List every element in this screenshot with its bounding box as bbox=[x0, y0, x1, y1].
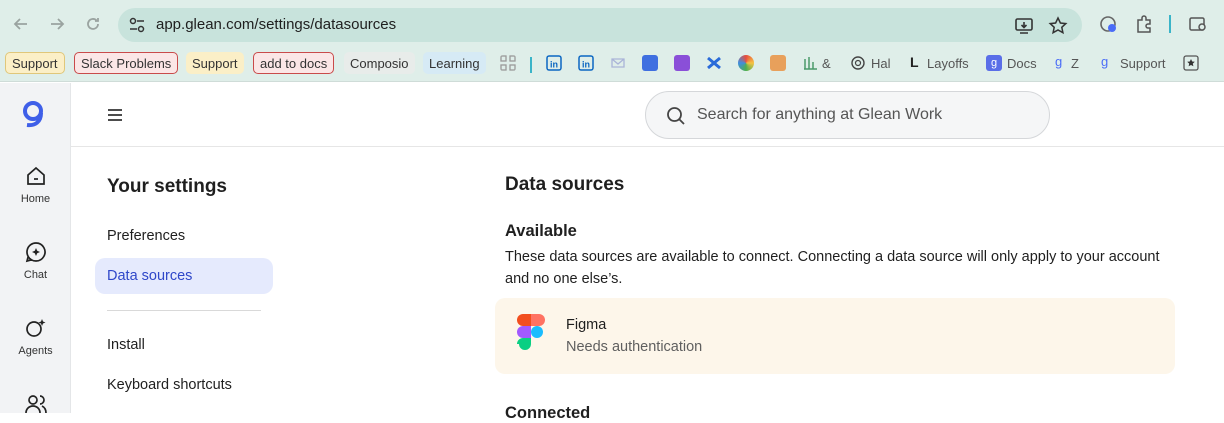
l-logo-icon[interactable]: L bbox=[910, 54, 919, 70]
page-title: Data sources bbox=[505, 174, 625, 195]
linkedin-icon[interactable]: in bbox=[546, 55, 562, 71]
figma-icon bbox=[517, 314, 545, 350]
menu-icon[interactable] bbox=[107, 109, 123, 121]
datasource-status: Needs authentication bbox=[566, 339, 703, 355]
chat-icon bbox=[25, 242, 46, 263]
dev-tool-icon[interactable] bbox=[642, 55, 658, 71]
toolbar-divider bbox=[1169, 15, 1171, 33]
openai-icon[interactable] bbox=[850, 55, 866, 71]
settings-nav-data-sources[interactable]: Data sources bbox=[95, 258, 273, 294]
search-icon bbox=[667, 107, 685, 125]
rainbow-app-icon[interactable] bbox=[738, 55, 754, 71]
confluence-icon[interactable] bbox=[706, 55, 722, 71]
bookmark-ampersand[interactable]: & bbox=[816, 52, 837, 74]
notes-app-icon[interactable] bbox=[770, 55, 786, 71]
install-app-icon[interactable] bbox=[1014, 16, 1034, 36]
rail-people[interactable] bbox=[0, 393, 71, 415]
connected-section-title: Connected bbox=[505, 404, 591, 422]
reload-icon[interactable] bbox=[82, 13, 104, 35]
search-placeholder: Search for anything at Glean Work bbox=[697, 106, 943, 123]
bookmark-star-icon[interactable] bbox=[1048, 16, 1068, 36]
apps-grid-icon[interactable] bbox=[500, 55, 516, 71]
mail-icon[interactable] bbox=[610, 55, 626, 71]
datasource-name: Figma bbox=[566, 317, 607, 333]
rail-home-label: Home bbox=[20, 193, 51, 205]
url-text[interactable]: app.glean.com/settings/datasources bbox=[156, 16, 396, 33]
bookmark-add-to-docs[interactable]: add to docs bbox=[253, 52, 335, 74]
tab-search-icon[interactable] bbox=[1188, 14, 1208, 34]
svg-text:in: in bbox=[582, 60, 590, 70]
bookmark-docs[interactable]: Docs bbox=[1001, 52, 1043, 74]
settings-title: Your settings bbox=[107, 176, 227, 197]
bookmarks-bar: Support Slack Problems Support add to do… bbox=[0, 48, 1224, 82]
bookmark-z[interactable]: Z bbox=[1065, 52, 1085, 74]
app-header: Search for anything at Glean Work bbox=[71, 83, 1224, 147]
bookmark-learning[interactable]: Learning bbox=[423, 52, 486, 74]
rail-home[interactable]: Home bbox=[0, 165, 71, 205]
glean-logo-icon[interactable] bbox=[20, 99, 48, 129]
glean-small-icon[interactable]: g bbox=[1055, 54, 1062, 69]
extension-glean-icon[interactable] bbox=[1098, 14, 1118, 34]
people-icon bbox=[24, 395, 47, 414]
bookmark-hal[interactable]: Hal bbox=[865, 52, 897, 74]
bookmark-support-2[interactable]: Support bbox=[186, 52, 244, 74]
bookmarks-folder-icon[interactable] bbox=[1183, 55, 1199, 71]
bookmark-divider bbox=[530, 57, 532, 73]
rail-chat[interactable]: Chat bbox=[0, 241, 71, 281]
agents-icon bbox=[25, 319, 45, 337]
glean-bookmark-icon[interactable]: g bbox=[986, 55, 1002, 71]
datasource-card-figma[interactable]: Figma Needs authentication bbox=[495, 298, 1175, 374]
glean-small-icon-2[interactable]: g bbox=[1101, 54, 1108, 69]
chat-app-icon[interactable] bbox=[674, 55, 690, 71]
settings-nav-install[interactable]: Install bbox=[107, 337, 145, 353]
site-settings-icon[interactable] bbox=[128, 16, 146, 34]
settings-nav-preferences[interactable]: Preferences bbox=[107, 228, 185, 244]
settings-nav-divider bbox=[107, 310, 261, 311]
search-input[interactable]: Search for anything at Glean Work bbox=[645, 91, 1050, 139]
bookmark-slack-problems[interactable]: Slack Problems bbox=[74, 52, 179, 74]
extensions-icon[interactable] bbox=[1134, 14, 1154, 34]
rail-chat-label: Chat bbox=[23, 269, 48, 281]
browser-toolbar: app.glean.com/settings/datasources bbox=[0, 0, 1224, 48]
linkedin-icon-2[interactable]: in bbox=[578, 55, 594, 71]
app-rail: Home Chat Agents bbox=[0, 83, 71, 415]
back-icon[interactable] bbox=[10, 13, 32, 35]
settings-nav-data-sources-label: Data sources bbox=[107, 268, 193, 284]
rail-agents-label: Agents bbox=[18, 345, 53, 357]
bookmark-composio[interactable]: Composio bbox=[344, 52, 415, 74]
address-bar[interactable]: app.glean.com/settings/datasources bbox=[118, 8, 1082, 42]
available-section-title: Available bbox=[505, 222, 577, 240]
bookmark-layoffs[interactable]: Layoffs bbox=[921, 52, 975, 74]
svg-text:in: in bbox=[550, 60, 558, 70]
forward-icon[interactable] bbox=[46, 13, 68, 35]
settings-nav-keyboard-shortcuts[interactable]: Keyboard shortcuts bbox=[107, 377, 232, 393]
home-icon bbox=[26, 166, 45, 185]
bookmark-support[interactable]: Support bbox=[5, 52, 65, 74]
rail-agents[interactable]: Agents bbox=[0, 317, 71, 357]
available-description: These data sources are available to conn… bbox=[505, 249, 1160, 287]
bookmark-support-3[interactable]: Support bbox=[1114, 52, 1172, 74]
